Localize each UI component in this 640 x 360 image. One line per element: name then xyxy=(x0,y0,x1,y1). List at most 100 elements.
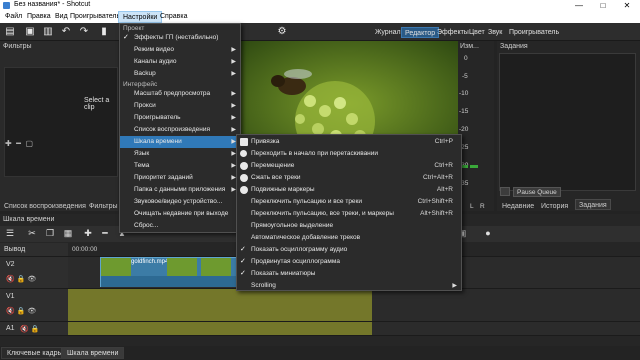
submenu-arrow-icon: ▶ xyxy=(231,71,236,77)
submenu-item-show-waveform[interactable]: ✓ Показать осциллограмму аудио xyxy=(237,244,461,256)
menu-item-app-data-folder[interactable]: Папка с данными приложения ▶ xyxy=(120,184,240,196)
submenu-item-rect-select[interactable]: Прямоугольное выделение xyxy=(237,220,461,232)
settings-gear-icon[interactable]: ⚙ xyxy=(276,26,288,38)
layout-player[interactable]: Проигрыватель xyxy=(506,27,562,38)
jobs-list[interactable] xyxy=(499,53,636,191)
menu-item-theme[interactable]: Тема ▶ xyxy=(120,160,240,172)
meter-tick: -20 xyxy=(459,126,469,133)
menu-item-reset[interactable]: Сброс... xyxy=(120,220,240,232)
menu-item-proxy[interactable]: Прокси ▶ xyxy=(120,100,240,112)
submenu-item-scrub-drag[interactable]: Переходить в начало при перетаскивании xyxy=(237,148,461,160)
submenu-item-ripple-markers[interactable]: Подвижные маркеры Alt+R xyxy=(237,184,461,196)
copy-filter-icon[interactable]: ▢ xyxy=(25,139,33,148)
track-a1-controls[interactable]: 🔇 🔒 xyxy=(20,325,39,333)
clip-thumbnail xyxy=(101,258,131,276)
layout-audio[interactable]: Звук xyxy=(485,27,505,38)
submenu-arrow-icon: ▶ xyxy=(452,283,457,289)
track-v1-header: V1 🔇 🔒 👁 xyxy=(0,289,68,322)
menu-player[interactable]: Проигрыватель xyxy=(66,11,124,23)
copy-icon[interactable]: ❐ xyxy=(44,227,56,239)
check-icon: ✓ xyxy=(240,258,246,265)
menu-item-timeline[interactable]: Шкала времени ▶ xyxy=(120,136,240,148)
timeline-scroll-area[interactable] xyxy=(0,336,640,346)
minimize-button[interactable]: — xyxy=(568,0,590,11)
menu-item-player[interactable]: Проигрыватель ▶ xyxy=(120,112,240,124)
submenu-item-ripple[interactable]: Перемещение Ctrl+R xyxy=(237,160,461,172)
menu-item-job-priority[interactable]: Приоритет заданий ▶ xyxy=(120,172,240,184)
check-icon: ✓ xyxy=(123,34,129,41)
submenu-item-auto-add-tracks[interactable]: Автоматическое добавление треков xyxy=(237,232,461,244)
track-v1-controls[interactable]: 🔇 🔒 👁 xyxy=(6,307,36,315)
track-a1-area[interactable] xyxy=(68,322,372,336)
submenu-item-toggle-ripple-all-markers[interactable]: Переключить пульсацию, все треки, и марк… xyxy=(237,208,461,220)
append-icon[interactable]: ✚ xyxy=(82,227,94,239)
filters-list[interactable] xyxy=(4,67,118,177)
clip-goldfinch[interactable]: goldfinch.mp4 xyxy=(100,257,250,287)
submenu-arrow-icon: ▶ xyxy=(231,103,236,109)
submenu-arrow-icon: ▶ xyxy=(231,47,236,53)
redo-icon[interactable]: ↷ xyxy=(78,26,90,38)
channel-right-label: R xyxy=(480,203,485,210)
menu-item-av-device[interactable]: Звуковое/видео устройство... xyxy=(120,196,240,208)
save-as-icon[interactable]: ▥ xyxy=(42,26,54,38)
layout-logging[interactable]: Журнал xyxy=(372,27,404,38)
remove-filter-icon[interactable]: ━ xyxy=(16,139,21,148)
submenu-item-advanced-waveform[interactable]: ✓ Продвинутая осциллограмма xyxy=(237,256,461,268)
peak-meter-icon[interactable]: ▮ xyxy=(98,26,110,38)
track-v2-controls[interactable]: 🔇 🔒 👁 xyxy=(6,275,36,283)
undo-icon[interactable]: ↶ xyxy=(60,26,72,38)
track-a1-header: A1 🔇 🔒 xyxy=(0,322,68,336)
tab-history[interactable]: История xyxy=(541,201,568,212)
cut-icon[interactable]: ✂ xyxy=(26,227,38,239)
track-v2-label: V2 xyxy=(6,261,15,268)
tab-recent[interactable]: Недавние xyxy=(502,201,534,212)
tab-timeline[interactable]: Шкала времени xyxy=(61,347,125,359)
filters-title: Фильтры xyxy=(3,43,32,50)
open-file-icon[interactable]: ▤ xyxy=(4,26,16,38)
close-button[interactable]: ✕ xyxy=(616,0,638,11)
menu-item-language[interactable]: Язык ▶ xyxy=(120,148,240,160)
add-filter-icon[interactable]: ✚ xyxy=(5,139,12,148)
submenu-item-show-thumbnails[interactable]: ✓ Показать миниатюры xyxy=(237,268,461,280)
paste-icon[interactable]: ▦ xyxy=(62,227,74,239)
menu-item-video-mode[interactable]: Режим видео ▶ xyxy=(120,44,240,56)
track-v1-empty[interactable] xyxy=(372,289,640,322)
record-audio-icon[interactable]: ● xyxy=(482,227,494,239)
tab-keyframes[interactable]: Ключевые кадры xyxy=(1,347,69,359)
submenu-item-scrolling[interactable]: Scrolling ▶ xyxy=(237,280,461,292)
save-icon[interactable]: ▣ xyxy=(24,26,36,38)
window-title: Без названия* - Shotcut xyxy=(14,1,91,8)
menu-edit[interactable]: Правка xyxy=(23,11,55,23)
meter-bar-right xyxy=(470,165,478,168)
menu-bar: Файл Правка Вид Проигрыватель Настройки … xyxy=(0,11,640,23)
channel-left-label: L xyxy=(470,203,474,210)
tab-playlist[interactable]: Список воспроизведения xyxy=(4,201,86,212)
submenu-item-snap[interactable]: Привязка Ctrl+P xyxy=(237,136,461,148)
jobs-panel: Задания Pause Queue Недавние История Зад… xyxy=(497,41,640,211)
track-a1-empty[interactable] xyxy=(372,322,640,336)
tab-filters[interactable]: Фильтры xyxy=(89,201,118,212)
timeline-menu-icon[interactable]: ☰ xyxy=(4,227,16,239)
menu-item-backup[interactable]: Backup ▶ xyxy=(120,68,240,80)
menu-help[interactable]: Справка xyxy=(156,11,191,23)
jobs-menu-button[interactable] xyxy=(500,187,510,196)
submenu-item-ripple-all[interactable]: Сжать все треки Ctrl+Alt+R xyxy=(237,172,461,184)
menu-item-preview-scale[interactable]: Масштаб предпросмотра ▶ xyxy=(120,88,240,100)
menu-item-gpu-effects[interactable]: ✓ Эффекты ГП (нестабильно) xyxy=(120,32,240,44)
toolbar: ▤ ▣ ▥ ↶ ↷ ▮ ⚙ Журнал Редактор Эффекты Цв… xyxy=(0,23,640,41)
menu-item-audio-channels[interactable]: Каналы аудио ▶ xyxy=(120,56,240,68)
track-v1-area[interactable] xyxy=(68,289,372,322)
submenu-item-toggle-ripple-all[interactable]: Переключить пульсацию и все треки Ctrl+Sh… xyxy=(237,196,461,208)
pause-queue-button[interactable]: Pause Queue xyxy=(513,187,561,197)
markers-icon xyxy=(240,186,248,194)
tab-jobs[interactable]: Задания xyxy=(575,199,611,210)
menu-item-playlist[interactable]: Список воспроизведения ▶ xyxy=(120,124,240,136)
timecode: 00:00:00 xyxy=(72,246,98,253)
clip-thumbnail xyxy=(201,258,231,276)
title-bar: Без названия* - Shotcut — □ ✕ xyxy=(0,0,640,11)
maximize-button[interactable]: □ xyxy=(592,0,614,11)
ripple-icon xyxy=(240,162,248,170)
remove-icon[interactable]: ━ xyxy=(99,227,111,239)
menu-item-clear-recent[interactable]: Очищать недавние при выходе xyxy=(120,208,240,220)
settings-menu: Проект ✓ Эффекты ГП (нестабильно) Режим в… xyxy=(119,23,241,233)
